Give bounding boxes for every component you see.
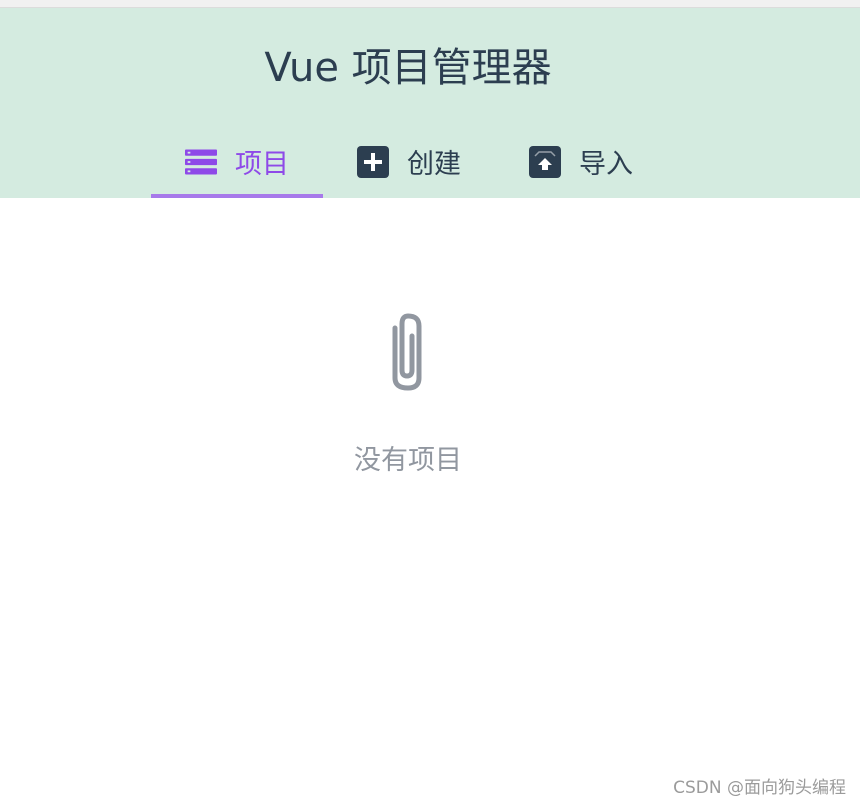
tab-import[interactable]: 导入 [495, 130, 667, 198]
import-box-icon [529, 146, 561, 178]
plus-square-icon [357, 146, 389, 178]
paperclip-icon [383, 310, 433, 392]
tab-projects-label: 项目 [235, 148, 289, 180]
tab-bar: 项目 创建 导入 [151, 130, 667, 198]
tab-projects[interactable]: 项目 [151, 130, 323, 198]
watermark: CSDN @面向狗头编程 [673, 778, 846, 798]
app-title: Vue 项目管理器 [264, 45, 552, 91]
empty-state-text: 没有项目 [354, 445, 462, 476]
tab-create[interactable]: 创建 [323, 130, 495, 198]
tab-create-label: 创建 [407, 148, 461, 180]
app-header: Vue 项目管理器 项目 创建 导入 [0, 8, 860, 198]
list-icon [185, 146, 217, 178]
empty-state: 没有项目 [0, 310, 816, 477]
tab-import-label: 导入 [579, 148, 633, 180]
browser-top-strip [0, 0, 860, 8]
